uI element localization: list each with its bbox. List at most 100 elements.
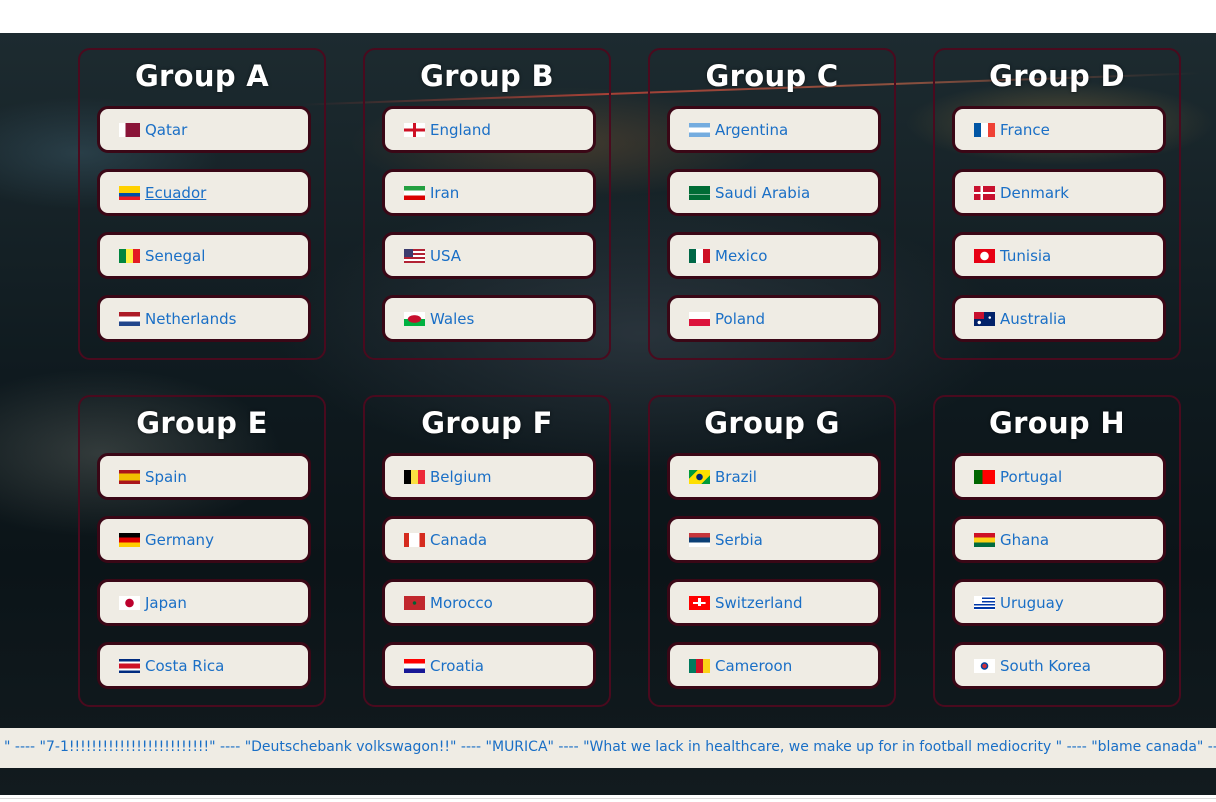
group-title: Group G: [704, 406, 840, 440]
ticker-text: " ---- "7-1!!!!!!!!!!!!!!!!!!!!!!!!!" --…: [4, 739, 1216, 755]
ghana-flag-icon: [974, 532, 995, 547]
team-card[interactable]: Belgium: [382, 453, 596, 500]
team-card[interactable]: Germany: [97, 516, 311, 563]
team-link[interactable]: Canada: [430, 531, 487, 549]
team-card[interactable]: Iran: [382, 169, 596, 216]
team-card[interactable]: Switzerland: [667, 579, 881, 626]
team-card[interactable]: France: [952, 106, 1166, 153]
france-flag-icon: [974, 122, 995, 137]
belgium-flag-icon: [404, 469, 425, 484]
mexico-flag-icon: [689, 248, 710, 263]
serbia-flag-icon: [689, 532, 710, 547]
team-link[interactable]: Qatar: [145, 121, 187, 139]
team-link[interactable]: Germany: [145, 531, 214, 549]
page-divider: [0, 798, 1216, 799]
team-link[interactable]: South Korea: [1000, 657, 1091, 675]
team-card[interactable]: Ghana: [952, 516, 1166, 563]
team-card[interactable]: Portugal: [952, 453, 1166, 500]
group-title: Group A: [134, 59, 270, 93]
team-card[interactable]: Spain: [97, 453, 311, 500]
south-korea-flag-icon: [974, 658, 995, 673]
portugal-flag-icon: [974, 469, 995, 484]
team-link[interactable]: USA: [430, 247, 461, 265]
team-link[interactable]: Switzerland: [715, 594, 803, 612]
team-card[interactable]: Croatia: [382, 642, 596, 689]
cameroon-flag-icon: [689, 658, 710, 673]
senegal-flag-icon: [119, 248, 140, 263]
switzerland-flag-icon: [689, 595, 710, 610]
team-link[interactable]: Ecuador: [145, 184, 206, 202]
team-card[interactable]: Saudi Arabia: [667, 169, 881, 216]
team-link[interactable]: Japan: [145, 594, 187, 612]
group-title: Group H: [989, 406, 1125, 440]
team-link[interactable]: Argentina: [715, 121, 788, 139]
team-card[interactable]: Canada: [382, 516, 596, 563]
team-card[interactable]: Costa Rica: [97, 642, 311, 689]
team-link[interactable]: Belgium: [430, 468, 492, 486]
team-card[interactable]: Mexico: [667, 232, 881, 279]
team-card[interactable]: Morocco: [382, 579, 596, 626]
team-card[interactable]: Uruguay: [952, 579, 1166, 626]
team-card[interactable]: Ecuador: [97, 169, 311, 216]
team-link[interactable]: Spain: [145, 468, 187, 486]
group-d: Group D France Denmark Tunisia Australia: [933, 48, 1181, 360]
team-link[interactable]: Serbia: [715, 531, 763, 549]
team-link[interactable]: France: [1000, 121, 1050, 139]
group-title: Group C: [705, 59, 839, 93]
team-card[interactable]: Poland: [667, 295, 881, 342]
team-link[interactable]: Croatia: [430, 657, 484, 675]
team-card[interactable]: Japan: [97, 579, 311, 626]
team-link[interactable]: Senegal: [145, 247, 205, 265]
team-card[interactable]: England: [382, 106, 596, 153]
group-c: Group C Argentina Saudi Arabia Mexico Po…: [648, 48, 896, 360]
team-card[interactable]: Qatar: [97, 106, 311, 153]
groups-section: Group A Qatar Ecuador Senegal Netherland…: [0, 33, 1216, 795]
team-link[interactable]: Denmark: [1000, 184, 1069, 202]
team-link[interactable]: Brazil: [715, 468, 757, 486]
spain-flag-icon: [119, 469, 140, 484]
argentina-flag-icon: [689, 122, 710, 137]
group-g: Group G Brazil Serbia Switzerland Camero…: [648, 395, 896, 707]
team-link[interactable]: Ghana: [1000, 531, 1049, 549]
team-card[interactable]: Cameroon: [667, 642, 881, 689]
canada-flag-icon: [404, 532, 425, 547]
team-card[interactable]: Netherlands: [97, 295, 311, 342]
team-link[interactable]: Wales: [430, 310, 474, 328]
team-link[interactable]: Poland: [715, 310, 765, 328]
team-link[interactable]: England: [430, 121, 491, 139]
team-link[interactable]: Tunisia: [1000, 247, 1051, 265]
group-h: Group H Portugal Ghana Uruguay South Kor…: [933, 395, 1181, 707]
team-card[interactable]: South Korea: [952, 642, 1166, 689]
costa-rica-flag-icon: [119, 658, 140, 673]
england-flag-icon: [404, 122, 425, 137]
team-link[interactable]: Cameroon: [715, 657, 792, 675]
team-link[interactable]: Morocco: [430, 594, 493, 612]
japan-flag-icon: [119, 595, 140, 610]
tunisia-flag-icon: [974, 248, 995, 263]
team-card[interactable]: Senegal: [97, 232, 311, 279]
germany-flag-icon: [119, 532, 140, 547]
team-link[interactable]: Saudi Arabia: [715, 184, 810, 202]
team-link[interactable]: Costa Rica: [145, 657, 224, 675]
team-card[interactable]: Australia: [952, 295, 1166, 342]
team-link[interactable]: Uruguay: [1000, 594, 1064, 612]
team-card[interactable]: Denmark: [952, 169, 1166, 216]
team-link[interactable]: Australia: [1000, 310, 1066, 328]
ecuador-flag-icon: [119, 185, 140, 200]
team-link[interactable]: Portugal: [1000, 468, 1062, 486]
team-card[interactable]: Brazil: [667, 453, 881, 500]
team-card[interactable]: Wales: [382, 295, 596, 342]
group-a: Group A Qatar Ecuador Senegal Netherland…: [78, 48, 326, 360]
team-link[interactable]: Netherlands: [145, 310, 236, 328]
team-card[interactable]: Tunisia: [952, 232, 1166, 279]
team-card[interactable]: USA: [382, 232, 596, 279]
team-card[interactable]: Argentina: [667, 106, 881, 153]
netherlands-flag-icon: [119, 311, 140, 326]
team-card[interactable]: Serbia: [667, 516, 881, 563]
morocco-flag-icon: [404, 595, 425, 610]
iran-flag-icon: [404, 185, 425, 200]
team-link[interactable]: Iran: [430, 184, 459, 202]
group-title: Group E: [136, 406, 268, 440]
team-link[interactable]: Mexico: [715, 247, 767, 265]
croatia-flag-icon: [404, 658, 425, 673]
